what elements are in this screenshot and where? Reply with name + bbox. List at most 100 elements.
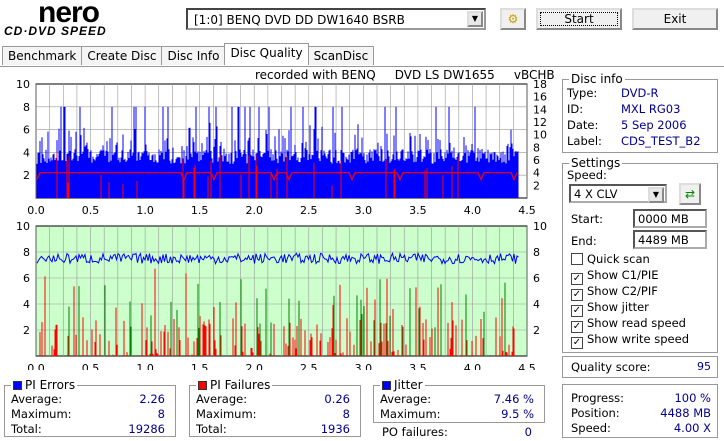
stat-value: 0.26 — [324, 392, 350, 406]
progress-label: Position: — [571, 406, 620, 420]
disc-info-value: 5 Sep 2006 — [621, 118, 687, 132]
stat-label: Average: — [11, 392, 63, 406]
blue-legend-icon — [13, 381, 22, 390]
checkbox-label: Show C1/PIE — [587, 268, 659, 282]
tab-create-disc[interactable]: Create Disc — [81, 46, 163, 65]
checkbox-label: Show write speed — [587, 332, 689, 346]
stat-label: Maximum: — [380, 407, 441, 421]
pi-failures-group: PI Failures Average: 0.26 Maximum: 8 Total: 19… — [189, 378, 361, 437]
start-input[interactable]: 0000 MB — [633, 209, 707, 228]
y2-tick-label: 14 — [533, 103, 547, 116]
y-tick-label: 4 — [23, 298, 30, 311]
checkbox-show-c1-pie[interactable]: ✓ Show C1/PIE — [571, 268, 659, 285]
stat-label: Total: — [11, 422, 42, 436]
x-tick-label: 3.0 — [355, 362, 373, 370]
tab-disc-quality[interactable]: Disc Quality — [224, 43, 309, 65]
progress-value: 4.00 X — [673, 421, 711, 435]
stat-label: Maximum: — [11, 407, 72, 421]
jitter-group: Jitter Average: 7.46 % Maximum: 9.5 % — [373, 378, 545, 423]
checkbox-show-jitter[interactable]: ✓ Show jitter — [571, 300, 649, 317]
progress-value: 100 % — [674, 391, 711, 405]
x-tick-label: 0.0 — [27, 362, 45, 370]
speed-select[interactable]: 4 X CLV ▼ — [569, 184, 667, 203]
pi-failures-title-text: PI Failures — [210, 378, 271, 392]
y2-tick-label: 4 — [533, 298, 540, 311]
checkbox-show-c2-pif[interactable]: ✓ Show C2/PIF — [571, 284, 658, 301]
stat-label: Average: — [380, 392, 432, 406]
y-tick-label: 10 — [16, 78, 30, 91]
cd-dvd-speed-logo: CD·DVD SPEED — [4, 24, 107, 38]
checkbox-quick-scan[interactable]: Quick scan — [571, 252, 650, 266]
exit-button[interactable]: Exit — [632, 8, 718, 30]
start-button[interactable]: Start — [536, 8, 622, 30]
x-tick-label: 0.5 — [82, 362, 100, 370]
progress-group: Progress: 100 % Position: 4488 MB Speed: 4.00… — [562, 384, 718, 438]
y2-tick-label: 6 — [533, 154, 540, 167]
quality-score-group: Quality score: 95 — [562, 356, 718, 378]
tab-benchmark[interactable]: Benchmark — [2, 46, 83, 65]
checkbox-icon[interactable] — [571, 253, 583, 265]
checkbox-label: Quick scan — [587, 252, 650, 266]
x-tick-label: 2.0 — [245, 362, 263, 370]
checkbox-icon[interactable]: ✓ — [571, 337, 583, 349]
tab-bar: Benchmark Create Disc Disc Info Disc Qua… — [2, 43, 375, 65]
y-tick-label: 6 — [23, 124, 30, 137]
checkbox-show-read-speed[interactable]: ✓ Show read speed — [571, 316, 686, 333]
disc-info-value: DVD-R — [621, 86, 659, 100]
stat-value: 9.5 % — [501, 407, 534, 421]
disc-info-label: ID: — [567, 102, 584, 116]
stat-label: Average: — [196, 392, 248, 406]
start-label: Start: — [571, 212, 603, 226]
y2-tick-label: 2 — [533, 324, 540, 337]
y-tick-label: 8 — [23, 246, 30, 259]
y2-tick-label: 12 — [533, 116, 547, 129]
y2-tick-label: 6 — [533, 272, 540, 285]
tab-scandisc[interactable]: ScanDisc — [307, 46, 375, 65]
progress-label: Progress: — [571, 391, 624, 405]
x-tick-label: 2.5 — [300, 204, 318, 217]
checkbox-label: Show jitter — [587, 300, 649, 314]
x-tick-label: 0.0 — [27, 204, 45, 217]
po-failures-value: 0 — [524, 425, 532, 439]
pi-errors-title: PI Errors — [11, 378, 78, 392]
progress-value: 4488 MB — [660, 406, 711, 420]
charts: 246810246810121416180.0 0.5 1.0 1.5 2.0 2.5 3.… — [16, 78, 547, 370]
quality-score-value: 95 — [697, 360, 711, 373]
y-tick-label: 6 — [23, 272, 30, 285]
chevron-down-icon[interactable]: ▼ — [467, 11, 483, 27]
drive-select[interactable]: [1:0] BENQ DVD DD DW1640 BSRB ▼ — [186, 8, 486, 30]
x-tick-label: 1.5 — [191, 204, 209, 217]
y-tick-label: 4 — [23, 146, 30, 159]
y2-tick-label: 10 — [533, 129, 547, 142]
tab-disc-info[interactable]: Disc Info — [161, 46, 226, 65]
y2-tick-label: 16 — [533, 91, 547, 104]
x-tick-label: 3.0 — [355, 204, 373, 217]
drive-value: [1:0] BENQ DVD DD DW1640 BSRB — [194, 13, 405, 27]
blue-legend-icon — [382, 381, 391, 390]
stat-label: Total: — [196, 422, 227, 436]
chevron-down-icon[interactable]: ▼ — [648, 187, 664, 203]
y-tick-label: 10 — [16, 220, 30, 233]
checkbox-label: Show C2/PIF — [587, 284, 658, 298]
disc-info-label: Label: — [567, 134, 602, 148]
refresh-icon[interactable]: ⇄ — [679, 183, 701, 205]
y2-tick-label: 10 — [533, 220, 547, 233]
checkbox-label: Show read speed — [587, 316, 686, 330]
jitter-title: Jitter — [380, 378, 425, 392]
stat-value: 8 — [157, 407, 165, 421]
x-tick-label: 1.0 — [136, 362, 154, 370]
x-tick-label: 2.0 — [245, 204, 263, 217]
stat-value: 8 — [342, 407, 350, 421]
y2-tick-label: 8 — [533, 246, 540, 259]
stat-value: 7.46 % — [493, 392, 534, 406]
settings-icon[interactable]: ⚙ — [500, 8, 526, 30]
disc-info-label: Date: — [567, 118, 599, 132]
checkbox-show-write-speed[interactable]: ✓ Show write speed — [571, 332, 689, 349]
x-tick-label: 2.5 — [300, 362, 318, 370]
jitter-title-text: Jitter — [394, 378, 423, 392]
disc-info-label: Type: — [567, 86, 598, 100]
quality-score-label: Quality score: — [571, 360, 651, 374]
x-tick-label: 3.5 — [409, 204, 427, 217]
end-input[interactable]: 4489 MB — [633, 230, 707, 249]
stat-label: Maximum: — [196, 407, 257, 421]
